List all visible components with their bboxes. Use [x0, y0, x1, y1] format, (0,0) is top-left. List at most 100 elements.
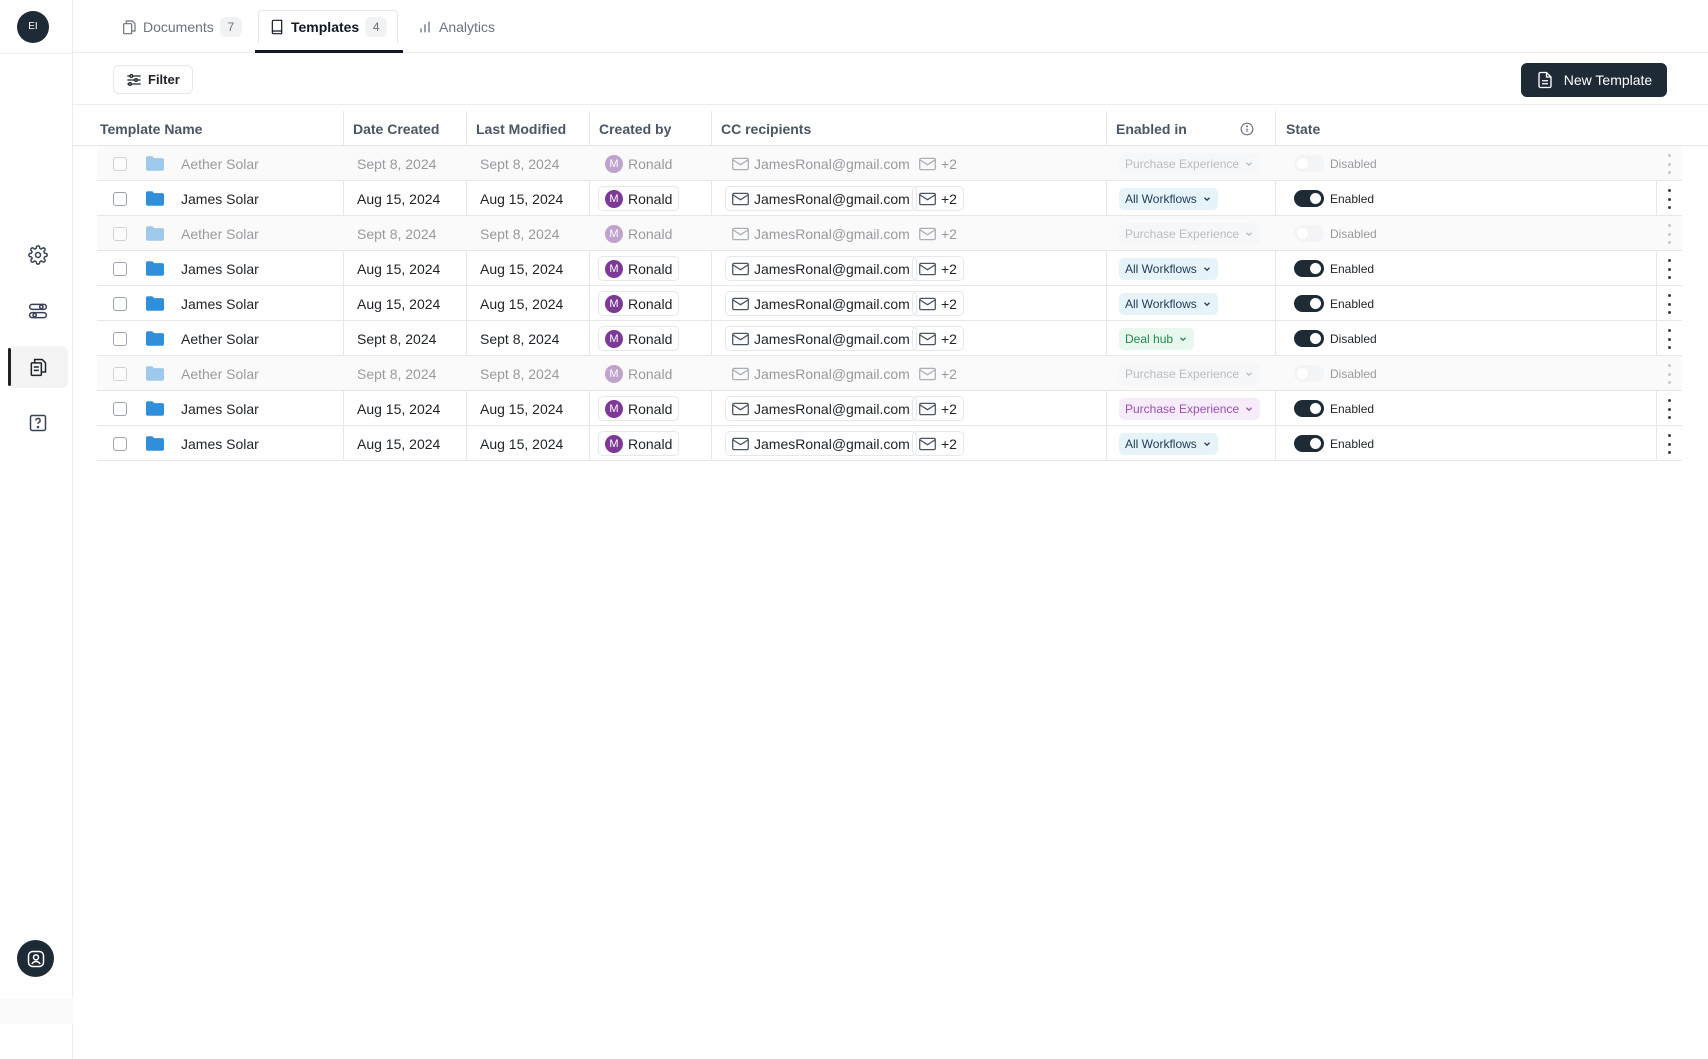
cc-email-chip[interactable]: JamesRonal@gmail.com — [725, 396, 917, 421]
cc-extra-chip[interactable]: +2 — [912, 431, 964, 456]
cc-extra-chip[interactable]: +2 — [912, 361, 964, 386]
more-options-icon[interactable] — [1667, 189, 1671, 209]
enabled-in-select[interactable]: Purchase Experience — [1119, 398, 1261, 420]
more-options-icon[interactable] — [1667, 434, 1671, 454]
author-chip[interactable]: M Ronald — [598, 221, 679, 246]
template-name[interactable]: Aether Solar — [181, 356, 259, 391]
more-options-icon[interactable] — [1667, 329, 1671, 349]
state-toggle[interactable] — [1294, 225, 1324, 242]
author-chip[interactable]: M Ronald — [598, 151, 679, 176]
info-icon[interactable] — [1240, 111, 1254, 146]
header-enabled-in[interactable]: Enabled in — [1116, 111, 1187, 146]
enabled-in-select[interactable]: Purchase Experience — [1119, 153, 1261, 175]
table-row[interactable]: James Solar Aug 15, 2024 Aug 15, 2024 M … — [97, 286, 1682, 321]
more-options-icon[interactable] — [1667, 399, 1671, 419]
author-chip[interactable]: M Ronald — [598, 431, 680, 456]
table-row[interactable]: James Solar Aug 15, 2024 Aug 15, 2024 M … — [97, 426, 1682, 461]
cc-extra-chip[interactable]: +2 — [912, 291, 964, 316]
cc-extra-chip[interactable]: +2 — [912, 151, 964, 176]
enabled-in-select[interactable]: All Workflows — [1119, 258, 1218, 280]
tab-documents[interactable]: Documents 7 — [121, 10, 242, 43]
row-checkbox[interactable] — [113, 321, 127, 356]
state-toggle[interactable] — [1294, 190, 1324, 207]
header-cc-recipients[interactable]: CC recipients — [721, 111, 811, 146]
new-template-button[interactable]: New Template — [1521, 63, 1667, 97]
author-chip[interactable]: M Ronald — [598, 291, 680, 316]
state-toggle[interactable] — [1294, 400, 1324, 417]
row-checkbox[interactable] — [113, 391, 127, 426]
cc-extra-chip[interactable]: +2 — [912, 396, 964, 421]
author-chip[interactable]: M Ronald — [598, 396, 680, 421]
author-chip[interactable]: M Ronald — [598, 361, 679, 386]
header-date-created[interactable]: Date Created — [353, 111, 439, 146]
row-checkbox[interactable] — [113, 286, 127, 321]
cc-email-chip[interactable]: JamesRonal@gmail.com — [725, 291, 917, 316]
cc-email-chip[interactable]: JamesRonal@gmail.com — [725, 186, 917, 211]
author-chip[interactable]: M Ronald — [598, 186, 680, 211]
cc-email-chip[interactable]: JamesRonal@gmail.com — [725, 326, 917, 351]
table-row[interactable]: James Solar Aug 15, 2024 Aug 15, 2024 M … — [97, 181, 1682, 216]
enabled-in-select[interactable]: Purchase Experience — [1119, 363, 1261, 385]
template-name[interactable]: Aether Solar — [181, 321, 259, 356]
state-toggle[interactable] — [1294, 260, 1324, 277]
template-name[interactable]: James Solar — [181, 181, 259, 216]
tab-templates[interactable]: Templates 4 — [258, 10, 399, 43]
state-toggle[interactable] — [1294, 295, 1324, 312]
state-toggle[interactable] — [1294, 365, 1324, 382]
author-chip[interactable]: M Ronald — [598, 326, 680, 351]
more-options-icon[interactable] — [1667, 154, 1671, 174]
row-checkbox[interactable] — [113, 426, 127, 461]
user-circle-icon[interactable] — [17, 940, 54, 977]
cc-email-chip[interactable]: JamesRonal@gmail.com — [725, 361, 917, 386]
sliders-icon[interactable] — [8, 290, 68, 332]
filter-button[interactable]: Filter — [113, 65, 193, 94]
table-row[interactable]: Aether Solar Sept 8, 2024 Sept 8, 2024 M… — [97, 146, 1682, 181]
cc-email-chip[interactable]: JamesRonal@gmail.com — [725, 256, 917, 281]
row-checkbox[interactable] — [113, 251, 127, 286]
documents-icon[interactable] — [8, 346, 68, 388]
row-checkbox[interactable] — [113, 146, 127, 181]
more-options-icon[interactable] — [1667, 364, 1671, 384]
state-toggle[interactable] — [1294, 435, 1324, 452]
table-row[interactable]: James Solar Aug 15, 2024 Aug 15, 2024 M … — [97, 251, 1682, 286]
template-name[interactable]: James Solar — [181, 391, 259, 426]
workspace-logo[interactable]: EI — [17, 10, 49, 43]
row-checkbox[interactable] — [113, 181, 127, 216]
cc-email-chip[interactable]: JamesRonal@gmail.com — [725, 151, 917, 176]
template-name[interactable]: Aether Solar — [181, 146, 259, 181]
cc-email-chip[interactable]: JamesRonal@gmail.com — [725, 431, 917, 456]
template-name[interactable]: Aether Solar — [181, 216, 259, 251]
gear-icon[interactable] — [8, 234, 68, 276]
cc-extra-chip[interactable]: +2 — [912, 221, 964, 246]
header-template-name[interactable]: Template Name — [100, 111, 202, 146]
table-row[interactable]: James Solar Aug 15, 2024 Aug 15, 2024 M … — [97, 391, 1682, 426]
more-options-icon[interactable] — [1667, 294, 1671, 314]
template-name[interactable]: James Solar — [181, 286, 259, 321]
enabled-in-select[interactable]: Deal hub — [1119, 328, 1195, 350]
header-last-modified[interactable]: Last Modified — [476, 111, 566, 146]
enabled-in-select[interactable]: All Workflows — [1119, 433, 1218, 455]
enabled-in-select[interactable]: All Workflows — [1119, 293, 1218, 315]
author-chip[interactable]: M Ronald — [598, 256, 680, 281]
cc-extra-chip[interactable]: +2 — [912, 326, 964, 351]
more-options-icon[interactable] — [1667, 224, 1671, 244]
table-row[interactable]: Aether Solar Sept 8, 2024 Sept 8, 2024 M… — [97, 216, 1682, 251]
table-row[interactable]: Aether Solar Sept 8, 2024 Sept 8, 2024 M… — [97, 356, 1682, 391]
table-row[interactable]: Aether Solar Sept 8, 2024 Sept 8, 2024 M… — [97, 321, 1682, 356]
row-checkbox[interactable] — [113, 356, 127, 391]
cc-email-chip[interactable]: JamesRonal@gmail.com — [725, 221, 917, 246]
header-created-by[interactable]: Created by — [599, 111, 671, 146]
more-options-icon[interactable] — [1667, 259, 1671, 279]
row-checkbox[interactable] — [113, 216, 127, 251]
help-icon[interactable] — [8, 402, 68, 444]
header-state[interactable]: State — [1286, 111, 1320, 146]
template-name[interactable]: James Solar — [181, 251, 259, 286]
cc-extra-chip[interactable]: +2 — [912, 256, 964, 281]
state-toggle[interactable] — [1294, 330, 1324, 347]
enabled-in-select[interactable]: Purchase Experience — [1119, 223, 1261, 245]
template-name[interactable]: James Solar — [181, 426, 259, 461]
enabled-in-select[interactable]: All Workflows — [1119, 188, 1218, 210]
state-toggle[interactable] — [1294, 155, 1324, 172]
cc-extra-chip[interactable]: +2 — [912, 186, 964, 211]
tab-analytics[interactable]: Analytics — [417, 10, 495, 43]
